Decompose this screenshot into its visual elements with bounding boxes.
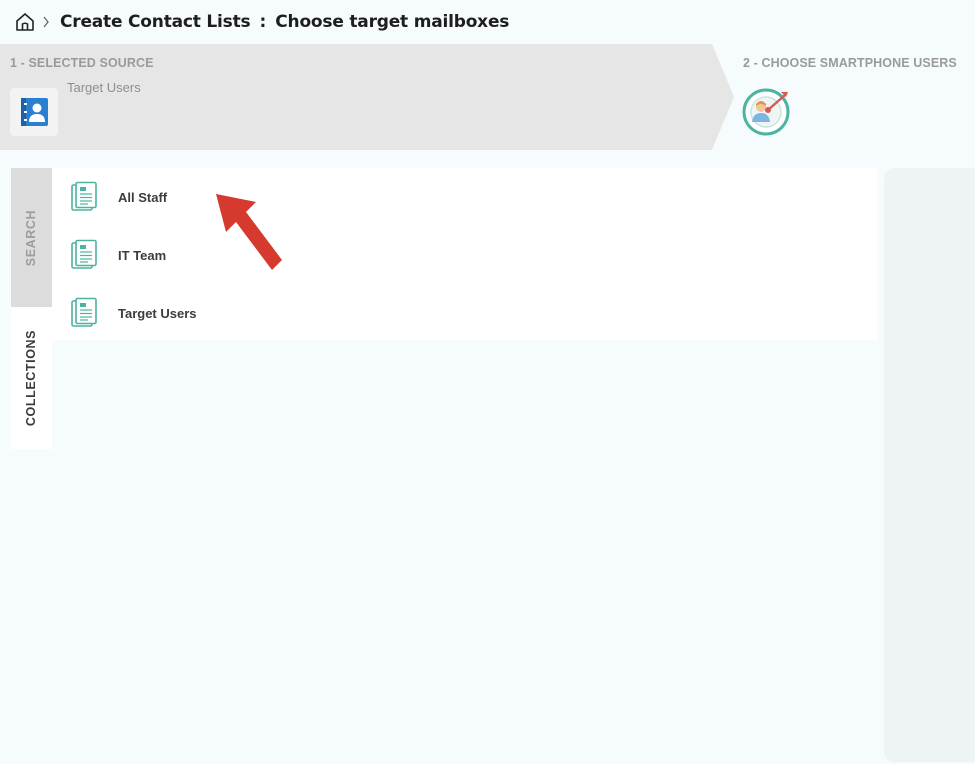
step1-value: Target Users: [67, 80, 141, 95]
page-subtitle: Choose target mailboxes: [275, 12, 510, 32]
list-item-label: Target Users: [118, 305, 197, 321]
home-icon[interactable]: [14, 11, 36, 33]
contact-list-icon: [70, 297, 98, 329]
tab-search[interactable]: SEARCH: [11, 168, 52, 307]
tab-search-label: SEARCH: [24, 209, 39, 266]
collections-list: All Staff IT Team Target Users: [52, 168, 877, 340]
details-panel: [884, 168, 975, 762]
contact-list-icon: [70, 239, 98, 271]
list-item-label: IT Team: [118, 247, 167, 263]
page-title: Create Contact Lists: [60, 12, 251, 32]
target-user-icon: [741, 85, 793, 137]
list-item-all-staff[interactable]: All Staff: [70, 179, 167, 215]
title-separator: :: [259, 12, 267, 32]
step2-label: 2 - CHOOSE SMARTPHONE USERS: [743, 56, 957, 70]
list-item-it-team[interactable]: IT Team: [70, 237, 166, 273]
contact-list-icon: [70, 181, 98, 213]
side-tabs: SEARCH COLLECTIONS: [11, 168, 52, 449]
list-item-label: All Staff: [118, 189, 168, 205]
wizard-steps: 1 - SELECTED SOURCE Target Users 2 - CHO…: [0, 44, 975, 150]
step1-label: 1 - SELECTED SOURCE: [10, 56, 154, 70]
page-header: Create Contact Lists : Choose target mai…: [0, 0, 975, 44]
tab-collections[interactable]: COLLECTIONS: [11, 307, 52, 449]
tab-collections-label: COLLECTIONS: [24, 329, 39, 427]
contact-book-icon: [10, 88, 58, 136]
list-item-target-users[interactable]: Target Users: [70, 295, 197, 331]
chevron-right-icon: [42, 11, 54, 33]
